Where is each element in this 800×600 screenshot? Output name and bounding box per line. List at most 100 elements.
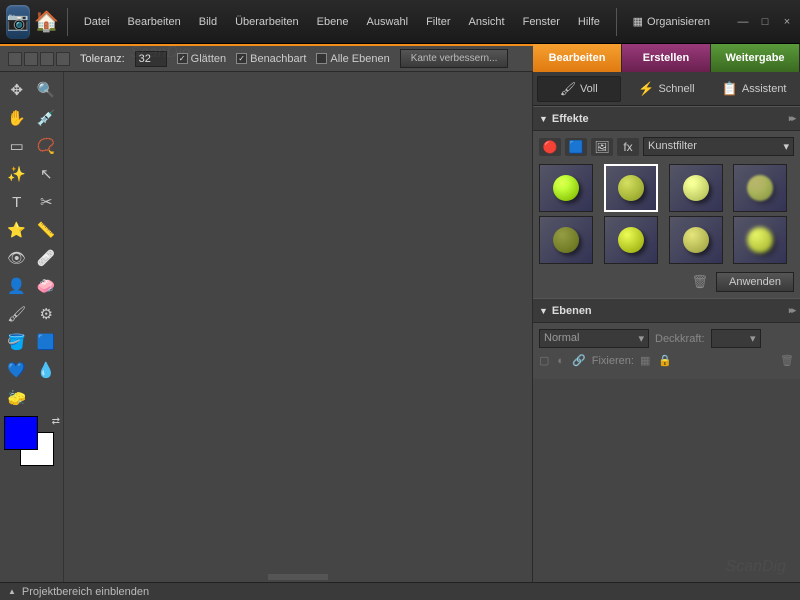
link-layers-icon[interactable]: 🔗 [572, 354, 586, 367]
eraser-tool[interactable]: 🧼 [34, 274, 60, 298]
chevron-down-icon: ▾ [638, 332, 644, 345]
hand-tool[interactable]: ✋ [4, 106, 30, 130]
project-bin-toggle[interactable]: Projektbereich einblenden [22, 586, 149, 598]
color-swatches[interactable]: ⇄ [4, 416, 54, 466]
tolerance-input[interactable] [135, 51, 167, 67]
effect-thumb[interactable] [604, 216, 658, 264]
statusbar: ▲ Projektbereich einblenden [0, 582, 800, 600]
tolerance-label: Toleranz: [80, 53, 125, 65]
new-layer-icon[interactable]: ▢ [539, 354, 549, 367]
contiguous-checkbox[interactable]: ✓Benachbart [236, 53, 306, 65]
effects-filter-select[interactable]: Kunstfilter▾ [643, 137, 794, 156]
minimize-button[interactable]: — [736, 16, 750, 28]
filters-icon[interactable]: 🔴 [539, 138, 561, 156]
sponge-tool[interactable]: 🧽 [4, 386, 30, 410]
marquee-tool[interactable]: ▭ [4, 134, 30, 158]
maximize-button[interactable]: □ [758, 16, 772, 28]
all-effects-icon[interactable]: fx [617, 138, 639, 156]
paint-bucket-tool[interactable]: 🪣 [4, 330, 30, 354]
redeye-tool[interactable]: 👁 [4, 246, 30, 270]
tab-edit[interactable]: Bearbeiten [533, 44, 622, 72]
effects-header[interactable]: ▼ Effekte ▸▸ [533, 107, 800, 131]
expand-icon[interactable]: ▲ [8, 587, 16, 596]
divider [67, 8, 68, 36]
close-button[interactable]: × [780, 16, 794, 28]
selection-new-icon[interactable] [8, 52, 22, 66]
panel-menu-icon[interactable]: ▸▸ [789, 305, 794, 316]
opacity-select[interactable]: ▾ [711, 329, 761, 348]
clone-tool[interactable]: 👤 [4, 274, 30, 298]
brush-tool[interactable]: 🖌 [4, 302, 30, 326]
panel-menu-icon[interactable]: ▸▸ [789, 113, 794, 124]
crop-tool[interactable]: ✂ [34, 190, 60, 214]
window-controls: — □ × [736, 16, 794, 28]
smart-brush-tool[interactable]: ⚙ [34, 302, 60, 326]
effect-thumb[interactable] [539, 164, 593, 212]
type-tool[interactable]: T [4, 190, 30, 214]
cookie-cutter-tool[interactable]: ⭐ [4, 218, 30, 242]
effect-thumb[interactable] [733, 164, 787, 212]
menu-view[interactable]: Ansicht [461, 10, 513, 34]
blend-mode-select[interactable]: Normal▾ [539, 329, 649, 348]
menu-filter[interactable]: Filter [418, 10, 458, 34]
mode-guided[interactable]: 📋Assistent [712, 76, 796, 102]
selection-mode-group [8, 52, 70, 66]
apply-button[interactable]: Anwenden [716, 272, 794, 292]
selection-subtract-icon[interactable] [40, 52, 54, 66]
straighten-tool[interactable]: 📏 [34, 218, 60, 242]
canvas-area[interactable]: ScanDig [64, 72, 532, 582]
mode-full[interactable]: 🖌Voll [537, 76, 621, 102]
gradient-tool[interactable]: 🟦 [34, 330, 60, 354]
smooth-checkbox[interactable]: ✓Glätten [177, 53, 226, 65]
tab-share[interactable]: Weitergabe [711, 44, 800, 72]
effect-thumb[interactable] [669, 216, 723, 264]
menu-select[interactable]: Auswahl [358, 10, 416, 34]
effect-thumb[interactable] [604, 164, 658, 212]
selection-intersect-icon[interactable] [56, 52, 70, 66]
blur-tool[interactable]: 💧 [34, 358, 60, 382]
organize-button[interactable]: ▦ Organisieren [625, 11, 718, 32]
menu-file[interactable]: Datei [76, 10, 118, 34]
toolbox: ✥🔍 ✋💉 ▭📿 ✨↖ T✂ ⭐📏 👁🩹 👤🧼 🖌⚙ 🪣🟦 💙💧 🧽 ⇄ [0, 72, 64, 582]
lasso-tool[interactable]: 📿 [34, 134, 60, 158]
menu-image[interactable]: Bild [191, 10, 225, 34]
swap-colors-icon[interactable]: ⇄ [52, 416, 60, 427]
menu-help[interactable]: Hilfe [570, 10, 608, 34]
lock-transparency-icon[interactable]: ▦ [640, 354, 650, 367]
menu-enhance[interactable]: Überarbeiten [227, 10, 307, 34]
quick-select-tool[interactable]: ↖ [34, 162, 60, 186]
adjustment-layer-icon[interactable]: ◐ [557, 355, 564, 367]
selection-add-icon[interactable] [24, 52, 38, 66]
watermark: ScanDig [726, 558, 786, 576]
home-icon[interactable]: 🏠 [34, 5, 59, 39]
photo-effects-icon[interactable]: 🖼 [591, 138, 613, 156]
layers-header[interactable]: ▼ Ebenen ▸▸ [533, 299, 800, 323]
quick-icon: ⚡ [638, 81, 654, 97]
mode-quick[interactable]: ⚡Schnell [625, 76, 709, 102]
shape-tool[interactable]: 💙 [4, 358, 30, 382]
effect-thumbnails [539, 164, 794, 264]
full-icon: 🖌 [560, 81, 576, 97]
healing-tool[interactable]: 🩹 [34, 246, 60, 270]
menu-edit[interactable]: Bearbeiten [120, 10, 189, 34]
magic-wand-tool[interactable]: ✨ [4, 162, 30, 186]
menu-window[interactable]: Fenster [515, 10, 568, 34]
all-layers-label: Alle Ebenen [330, 53, 389, 65]
effect-thumb[interactable] [539, 216, 593, 264]
chevron-down-icon: ▾ [750, 332, 756, 345]
delete-layer-icon[interactable]: 🗑 [780, 354, 794, 367]
menu-layer[interactable]: Ebene [309, 10, 357, 34]
horizontal-scrollbar[interactable] [268, 574, 328, 580]
effect-thumb[interactable] [733, 216, 787, 264]
zoom-tool[interactable]: 🔍 [34, 78, 60, 102]
tab-create[interactable]: Erstellen [622, 44, 711, 72]
trash-icon[interactable]: 🗑 [691, 274, 708, 290]
eyedropper-tool[interactable]: 💉 [34, 106, 60, 130]
lock-all-icon[interactable]: 🔒 [658, 354, 672, 367]
all-layers-checkbox[interactable]: Alle Ebenen [316, 53, 389, 65]
move-tool[interactable]: ✥ [4, 78, 30, 102]
layer-styles-icon[interactable]: 🟦 [565, 138, 587, 156]
foreground-swatch[interactable] [4, 416, 38, 450]
effect-thumb[interactable] [669, 164, 723, 212]
refine-edge-button[interactable]: Kante verbessern... [400, 49, 509, 68]
